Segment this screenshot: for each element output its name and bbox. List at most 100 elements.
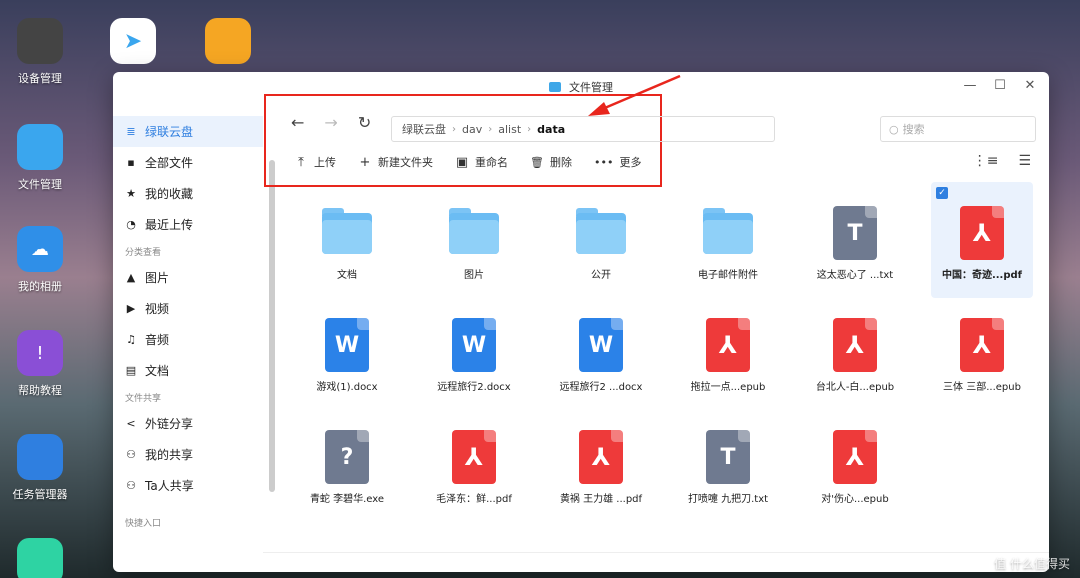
file-name: 游戏(1).docx (316, 382, 378, 393)
desktop-icon-app-green[interactable] (0, 538, 80, 578)
file-item-epub[interactable]: ⅄ 对'伤心...epub (804, 418, 906, 518)
file-item-pdf-selected[interactable]: ✓ ⅄ 中国：奇迹...pdf (931, 182, 1033, 298)
sidebar-item-recent-uploads[interactable]: ◔ 最近上传 (113, 209, 263, 240)
upload-label: 上传 (314, 156, 336, 169)
sidebar-section-quick: 快捷入口 (125, 518, 162, 529)
folder-icon (703, 208, 753, 254)
ebook-file-icon: ⅄ (960, 318, 1004, 372)
file-item-folder[interactable]: 文档 (296, 194, 398, 294)
file-icon: ▪ (127, 156, 135, 169)
desktop-icon-file-manager[interactable]: 文件管理 (0, 124, 80, 192)
upload-button[interactable]: ⤒ 上传 (294, 154, 336, 170)
desktop-icon-app-bird[interactable]: ➤ (93, 18, 173, 70)
new-folder-label: 新建文件夹 (378, 156, 433, 169)
file-name: 毛泽东：鲜...pdf (436, 494, 512, 505)
list-view-icon[interactable]: ☰ (1018, 153, 1031, 169)
more-button[interactable]: ••• 更多 (594, 154, 641, 170)
sidebar-item-images[interactable]: ▲ 图片 (113, 262, 263, 293)
delete-button[interactable]: 🗑 删除 (530, 154, 572, 170)
search-placeholder: 搜索 (902, 123, 925, 136)
sidebar-scrollbar[interactable] (269, 160, 275, 492)
file-item-folder[interactable]: 图片 (423, 194, 525, 294)
ebook-file-icon: ⅄ (706, 318, 750, 372)
file-item-txt[interactable]: T 打喷嚏 九把刀.txt (677, 418, 779, 518)
sidebar-item-my-shares[interactable]: ⚇ 我的共享 (113, 439, 263, 470)
green-app-icon (17, 538, 63, 578)
file-item-epub[interactable]: ⅄ 台北人-白...epub (804, 306, 906, 406)
desktop-icon-photos[interactable]: ☁ 我的相册 (0, 226, 80, 294)
file-name: 台北人-白...epub (815, 382, 895, 393)
more-label: 更多 (619, 156, 642, 169)
plus-icon: + (359, 154, 371, 170)
sidebar-item-label: 视频 (145, 302, 170, 316)
video-icon: ▶ (126, 302, 136, 315)
headphones-icon: ♫ (126, 333, 136, 346)
rename-button[interactable]: ▣ 重命名 (455, 154, 508, 170)
file-manager-window: 文件管理 — ☐ ✕ ≣ 绿联云盘 ▪ 全部文件 ★ 我的收藏 ◔ 最近上传 分… (113, 72, 1049, 572)
star-icon: ★ (126, 187, 136, 200)
sidebar: ≣ 绿联云盘 ▪ 全部文件 ★ 我的收藏 ◔ 最近上传 分类查看 ▲ 图片 ▶ … (113, 116, 263, 572)
file-item-docx[interactable]: W 远程旅行2.docx (423, 306, 525, 406)
desktop-icon-device-manager[interactable]: 设备管理 (0, 18, 80, 86)
sidebar-item-label: 绿联云盘 (145, 125, 194, 139)
pdf-file-icon: ⅄ (579, 430, 623, 484)
sidebar-item-favorites[interactable]: ★ 我的收藏 (113, 178, 263, 209)
ebook-file-icon: ⅄ (833, 430, 877, 484)
file-item-folder[interactable]: 电子邮件附件 (677, 194, 779, 294)
folder-app-icon (17, 124, 63, 170)
file-name: 远程旅行2 ...docx (559, 382, 643, 393)
clock-icon: ◔ (126, 218, 136, 231)
unknown-file-icon: ? (325, 430, 369, 484)
breadcrumb: 绿联云盘 › dav › alist › data (391, 116, 775, 142)
file-item-exe[interactable]: ? 青蛇 李碧华.exe (296, 418, 398, 518)
breadcrumb-current: data (537, 122, 566, 136)
file-item-pdf[interactable]: ⅄ 毛泽东：鲜...pdf (423, 418, 525, 518)
folder-icon (322, 208, 372, 254)
checkbox-checked-icon[interactable]: ✓ (936, 187, 948, 199)
file-name: 三体 三部...epub (943, 382, 1021, 393)
sidebar-section-category: 分类查看 (125, 247, 162, 258)
search-input[interactable]: ○ 搜索 (880, 116, 1036, 142)
sidebar-item-label: 外链分享 (145, 417, 194, 431)
breadcrumb-item[interactable]: 绿联云盘 (402, 121, 446, 137)
sidebar-item-documents[interactable]: ▤ 文档 (113, 355, 263, 386)
image-icon: ▲ (126, 271, 136, 284)
sidebar-item-others-shares[interactable]: ⚇ Ta人共享 (113, 470, 263, 501)
file-item-pdf[interactable]: ⅄ 黄祸 王力雄 ...pdf (550, 418, 652, 518)
help-app-icon: ! (17, 330, 63, 376)
text-file-icon: T (706, 430, 750, 484)
sidebar-item-link-share[interactable]: < 外链分享 (113, 408, 263, 439)
file-name: 这太恶心了 ...txt (816, 270, 894, 281)
refresh-button[interactable]: ↻ (358, 113, 371, 132)
file-item-epub[interactable]: ⅄ 三体 三部...epub (931, 306, 1033, 406)
sidebar-item-ugreen-cloud[interactable]: ≣ 绿联云盘 (113, 116, 263, 147)
sidebar-item-audio[interactable]: ♫ 音频 (113, 324, 263, 355)
desktop-icon-task-manager[interactable]: 任务管理器 (0, 434, 80, 502)
sidebar-item-videos[interactable]: ▶ 视频 (113, 293, 263, 324)
word-file-icon: W (579, 318, 623, 372)
file-name: 公开 (591, 270, 611, 281)
back-button[interactable]: ← (291, 113, 304, 132)
desktop-icon-app-notes[interactable] (188, 18, 268, 70)
file-item-txt[interactable]: T 这太恶心了 ...txt (804, 194, 906, 294)
sort-icon[interactable]: ⋮≡ (973, 153, 999, 169)
file-item-docx[interactable]: W 远程旅行2 ...docx (550, 306, 652, 406)
sidebar-item-label: 音频 (145, 333, 170, 347)
file-name: 打喷嚏 九把刀.txt (687, 494, 769, 505)
file-name: 黄祸 王力雄 ...pdf (559, 494, 643, 505)
sidebar-item-all-files[interactable]: ▪ 全部文件 (113, 147, 263, 178)
file-item-epub[interactable]: ⅄ 拖拉一点...epub (677, 306, 779, 406)
new-folder-button[interactable]: + 新建文件夹 (358, 154, 433, 170)
task-manager-app-icon (17, 434, 63, 480)
word-file-icon: W (325, 318, 369, 372)
desktop-icon-help[interactable]: ! 帮助教程 (0, 330, 80, 398)
users-icon: ⚇ (126, 448, 136, 461)
breadcrumb-item[interactable]: dav (462, 123, 482, 136)
chevron-right-icon: › (527, 123, 532, 135)
file-item-folder[interactable]: 公开 (550, 194, 652, 294)
breadcrumb-item[interactable]: alist (498, 123, 521, 136)
forward-button[interactable]: → (324, 113, 337, 132)
file-item-docx[interactable]: W 游戏(1).docx (296, 306, 398, 406)
device-manager-icon (17, 18, 63, 64)
file-name: 电子邮件附件 (698, 270, 758, 281)
